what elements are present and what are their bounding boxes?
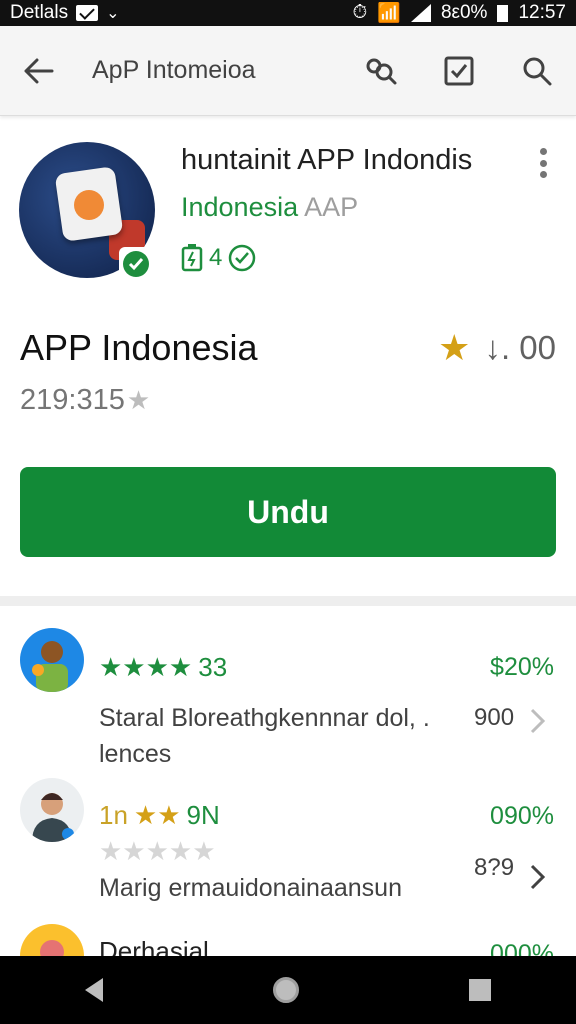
review-stars-count: 9N (186, 800, 220, 830)
review-item[interactable]: Derhasial 000% (0, 920, 576, 956)
review-stars: ★★★★ 33 (99, 652, 227, 683)
downloads-value: 219:315 (20, 384, 125, 416)
chevron-right-icon[interactable] (526, 862, 550, 892)
app-bar-title: ApP Intomeioa (92, 56, 256, 84)
battery-icon (497, 4, 509, 22)
app-name-row: APP Indonesia ★ ↓. 00 (20, 320, 556, 376)
review-stars-prefix: 1n (99, 800, 128, 830)
star-icon: ★★★★ (99, 652, 193, 682)
chevron-down-icon: ⌄ (106, 5, 120, 22)
app-name: APP Indonesia (20, 327, 258, 368)
battery-rating-icon (181, 244, 203, 272)
nav-back-icon[interactable] (85, 978, 103, 1002)
system-nav-bar (0, 956, 576, 1024)
review-text-line1: Marig ermauidonainaansun (99, 874, 402, 902)
star-outline-icon: ★ (126, 385, 151, 415)
status-app-label: Detlals (10, 2, 69, 23)
search-person-icon[interactable] (364, 54, 398, 88)
nav-home-icon[interactable] (273, 977, 299, 1003)
review-percent: 090% (490, 802, 554, 830)
app-bar: ApP Intomeioa (0, 26, 576, 116)
status-time: 12:57 (518, 2, 566, 23)
review-stars-count: 33 (198, 652, 228, 682)
developer-title: huntainit APP Indondis (181, 144, 473, 176)
review-item[interactable]: ★★★★ 33 $20% Staral Bloreathgkennnar dol… (0, 620, 576, 770)
install-button[interactable]: Undu (20, 467, 556, 557)
review-stars: 1n ★★ 9N (99, 800, 220, 831)
star-icon: ★★ (133, 800, 181, 830)
review-item[interactable]: 1n ★★ 9N ★★★★★ 090% 8?9 Marig ermauidona… (0, 770, 576, 920)
review-percent: 000% (490, 940, 554, 956)
review-count: 900 (474, 704, 515, 731)
avatar (20, 778, 84, 842)
review-stars-empty: ★★★★★ (99, 836, 216, 867)
meta-value: 4 (209, 244, 223, 271)
section-divider (0, 596, 576, 606)
review-percent: $20% (490, 653, 554, 681)
app-header: huntainit APP Indondis Indonesia AAP 4 (0, 136, 576, 296)
review-author: Derhasial (99, 936, 209, 956)
developer-name: Indonesia (181, 192, 299, 222)
mail-icon (76, 5, 99, 21)
review-text-line1: Staral Bloreathgkennnar dol, . (99, 704, 430, 732)
rating-value: ↓. 00 (484, 329, 556, 366)
nav-recents-icon[interactable] (469, 979, 491, 1001)
chevron-right-icon[interactable] (526, 706, 550, 736)
more-options-icon[interactable] (537, 148, 549, 178)
check-circle-icon (229, 244, 256, 272)
signal-icon (410, 4, 431, 22)
avatar (20, 628, 84, 692)
developer-subtitle[interactable]: Indonesia AAP (181, 192, 358, 223)
star-icon: ★ (438, 327, 471, 368)
verified-badge-icon (119, 247, 153, 281)
back-arrow-icon[interactable] (22, 54, 56, 88)
battery-percent: 8ε0% (440, 2, 488, 23)
star-outline-icon: ★★★★★ (99, 836, 216, 866)
status-bar: Detlals ⌄ ⏱ 📶 8ε0% 12:57 (0, 0, 576, 26)
review-count: 8?9 (474, 854, 515, 881)
rating-box: ★ ↓. 00 (438, 329, 556, 367)
checkbox-icon[interactable] (442, 54, 476, 88)
meta-row: 4 (181, 244, 256, 272)
search-icon[interactable] (520, 54, 554, 88)
wifi-icon: 📶 (377, 3, 401, 24)
downloads-count: 219:315 ★ (20, 384, 150, 417)
developer-tag: AAP (304, 192, 359, 222)
alarm-icon: ⏱ (352, 2, 368, 23)
avatar (20, 924, 84, 956)
review-text-line2: lences (99, 740, 172, 768)
